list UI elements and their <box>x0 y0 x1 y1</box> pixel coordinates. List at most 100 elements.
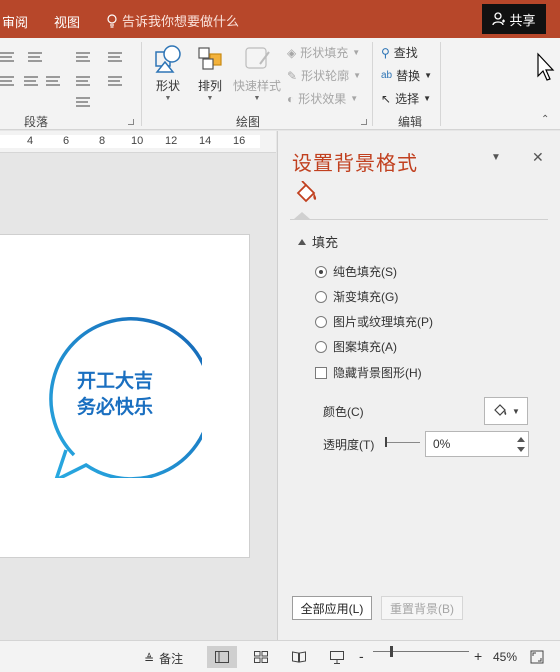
find-button[interactable]: ⚲ 查找 <box>381 44 418 61</box>
slide-sorter-icon <box>254 651 268 663</box>
quick-styles-button[interactable]: 快速样式 ▼ <box>231 42 283 108</box>
status-bar: ≜ 备注 - + 45% <box>0 640 560 672</box>
shape-outline-button[interactable]: ✎ 形状轮廓 ▼ <box>287 67 361 84</box>
format-background-pane: 设置背景格式 ▼ ✕ 填充 纯色填充(S) 渐变填充(G) 图片或纹理填充(P)… <box>277 131 560 640</box>
tab-indicator <box>294 212 310 219</box>
drawing-group-label: 绘图 <box>236 115 261 129</box>
line-spacing-icon[interactable] <box>76 52 90 62</box>
align-text-icon[interactable] <box>76 97 90 107</box>
group-divider <box>141 42 142 126</box>
ruler-number: 4 <box>27 135 34 147</box>
radio-solid-fill[interactable] <box>315 265 327 278</box>
notes-icon: ≜ <box>144 651 155 666</box>
slide-sorter-button[interactable] <box>246 646 276 668</box>
select-label: 选择 <box>395 92 420 106</box>
color-picker-button[interactable]: ▼ <box>484 397 528 425</box>
shapes-label: 形状 <box>155 79 180 93</box>
zoom-out-button[interactable]: - <box>359 648 364 664</box>
transparency-value: 0% <box>433 437 451 451</box>
ruler-number: 8 <box>99 135 106 147</box>
replace-button[interactable]: ab 替换 ▼ <box>381 67 432 84</box>
tab-view[interactable]: 视图 <box>54 12 80 31</box>
pattern-fill-option[interactable]: 图案填充(A) <box>315 338 397 355</box>
drawing-launcher-icon[interactable] <box>361 119 367 125</box>
shape-effects-button[interactable]: ◐ 形状效果 ▼ <box>287 90 358 107</box>
zoom-slider-track[interactable] <box>373 651 469 652</box>
paragraph-launcher-icon[interactable] <box>128 119 134 125</box>
smartart-icon[interactable] <box>108 76 122 86</box>
replace-icon: ab <box>381 70 393 81</box>
distribute-icon[interactable] <box>46 76 60 86</box>
lightbulb-icon <box>107 13 117 28</box>
gradient-fill-label: 渐变填充(G) <box>333 290 399 304</box>
transparency-slider-track[interactable] <box>386 442 420 443</box>
radio-gradient-fill[interactable] <box>315 290 327 303</box>
transparency-input[interactable]: 0% <box>425 431 529 457</box>
bubble-line-1: 开工大吉 <box>76 371 153 392</box>
editing-group-label: 编辑 <box>398 115 423 129</box>
transparency-slider-thumb[interactable] <box>385 437 387 447</box>
zoom-in-button[interactable]: + <box>474 648 482 664</box>
slideshow-icon <box>330 650 344 664</box>
arrange-button[interactable]: 排列 ▼ <box>189 42 231 108</box>
arrange-label: 排列 <box>197 79 222 93</box>
spin-down-icon[interactable] <box>517 447 525 452</box>
shape-fill-button[interactable]: ◈ 形状填充 ▼ <box>287 44 360 61</box>
spin-up-icon[interactable] <box>517 437 525 442</box>
hide-graphics-checkbox[interactable] <box>315 366 327 379</box>
bubble-text[interactable]: 开工大吉 务必快乐 <box>40 369 190 421</box>
paragraph-group-label: 段落 <box>24 115 49 129</box>
radio-picture-fill[interactable] <box>315 315 327 328</box>
select-button[interactable]: ↖ 选择 ▼ <box>381 90 431 107</box>
ruler-number: 14 <box>199 135 212 147</box>
radio-pattern-fill[interactable] <box>315 340 327 353</box>
pane-divider <box>290 219 548 220</box>
normal-view-button[interactable] <box>207 646 237 668</box>
chevron-down-icon: ▼ <box>512 406 520 416</box>
decrease-indent-icon[interactable] <box>0 52 14 62</box>
picture-fill-option[interactable]: 图片或纹理填充(P) <box>315 313 433 330</box>
ruler-number: 6 <box>63 135 70 147</box>
shapes-button[interactable]: 形状 ▼ <box>147 42 189 108</box>
reset-background-button[interactable]: 重置背景(B) <box>381 596 463 620</box>
effects-icon: ◐ <box>287 91 295 106</box>
arrange-icon <box>195 42 225 74</box>
increase-indent-icon[interactable] <box>28 52 42 62</box>
fill-section-label: 填充 <box>312 235 339 250</box>
tell-me-box[interactable]: 告诉我你想要做什么 <box>106 11 239 30</box>
share-label: 共享 <box>509 12 536 28</box>
notes-button[interactable]: ≜ 备注 <box>144 650 183 667</box>
chevron-down-icon: ▼ <box>423 94 431 103</box>
zoom-slider-thumb[interactable] <box>390 646 393 657</box>
collapse-ribbon-icon[interactable]: ⌃ <box>541 114 549 125</box>
columns-icon[interactable] <box>108 52 122 62</box>
text-direction-icon[interactable] <box>76 76 90 86</box>
reading-view-button[interactable] <box>284 646 314 668</box>
zoom-level[interactable]: 45% <box>493 650 517 664</box>
color-label: 颜色(C) <box>323 405 364 419</box>
gradient-fill-option[interactable]: 渐变填充(G) <box>315 288 398 305</box>
paint-bucket-icon <box>494 404 507 416</box>
apply-to-all-button[interactable]: 全部应用(L) <box>292 596 372 620</box>
solid-fill-option[interactable]: 纯色填充(S) <box>315 263 397 280</box>
ruler-number: 12 <box>165 135 178 147</box>
pane-options-icon[interactable]: ▼ <box>491 152 501 163</box>
fill-bucket-icon[interactable] <box>292 181 320 209</box>
mouse-pointer-icon <box>537 52 555 81</box>
chevron-down-icon: ▼ <box>206 95 214 102</box>
slideshow-button[interactable] <box>322 646 352 668</box>
tab-review[interactable]: 审阅 <box>2 12 28 31</box>
chevron-down-icon: ▼ <box>352 48 361 57</box>
close-icon[interactable]: ✕ <box>532 149 544 166</box>
align-right-icon[interactable] <box>0 76 14 86</box>
hide-graphics-option[interactable]: 隐藏背景图形(H) <box>315 364 422 381</box>
paint-bucket-icon: ◈ <box>287 45 297 60</box>
pane-title: 设置背景格式 <box>292 153 418 175</box>
fit-to-window-icon[interactable] <box>530 650 544 664</box>
slide-canvas[interactable]: 开工大吉 务必快乐 <box>0 234 250 558</box>
fill-section-header[interactable]: 填充 <box>298 232 338 251</box>
group-divider <box>440 42 441 126</box>
share-button[interactable]: 共享 <box>482 4 546 34</box>
ruler-number: 16 <box>233 135 246 147</box>
justify-icon[interactable] <box>24 76 38 86</box>
